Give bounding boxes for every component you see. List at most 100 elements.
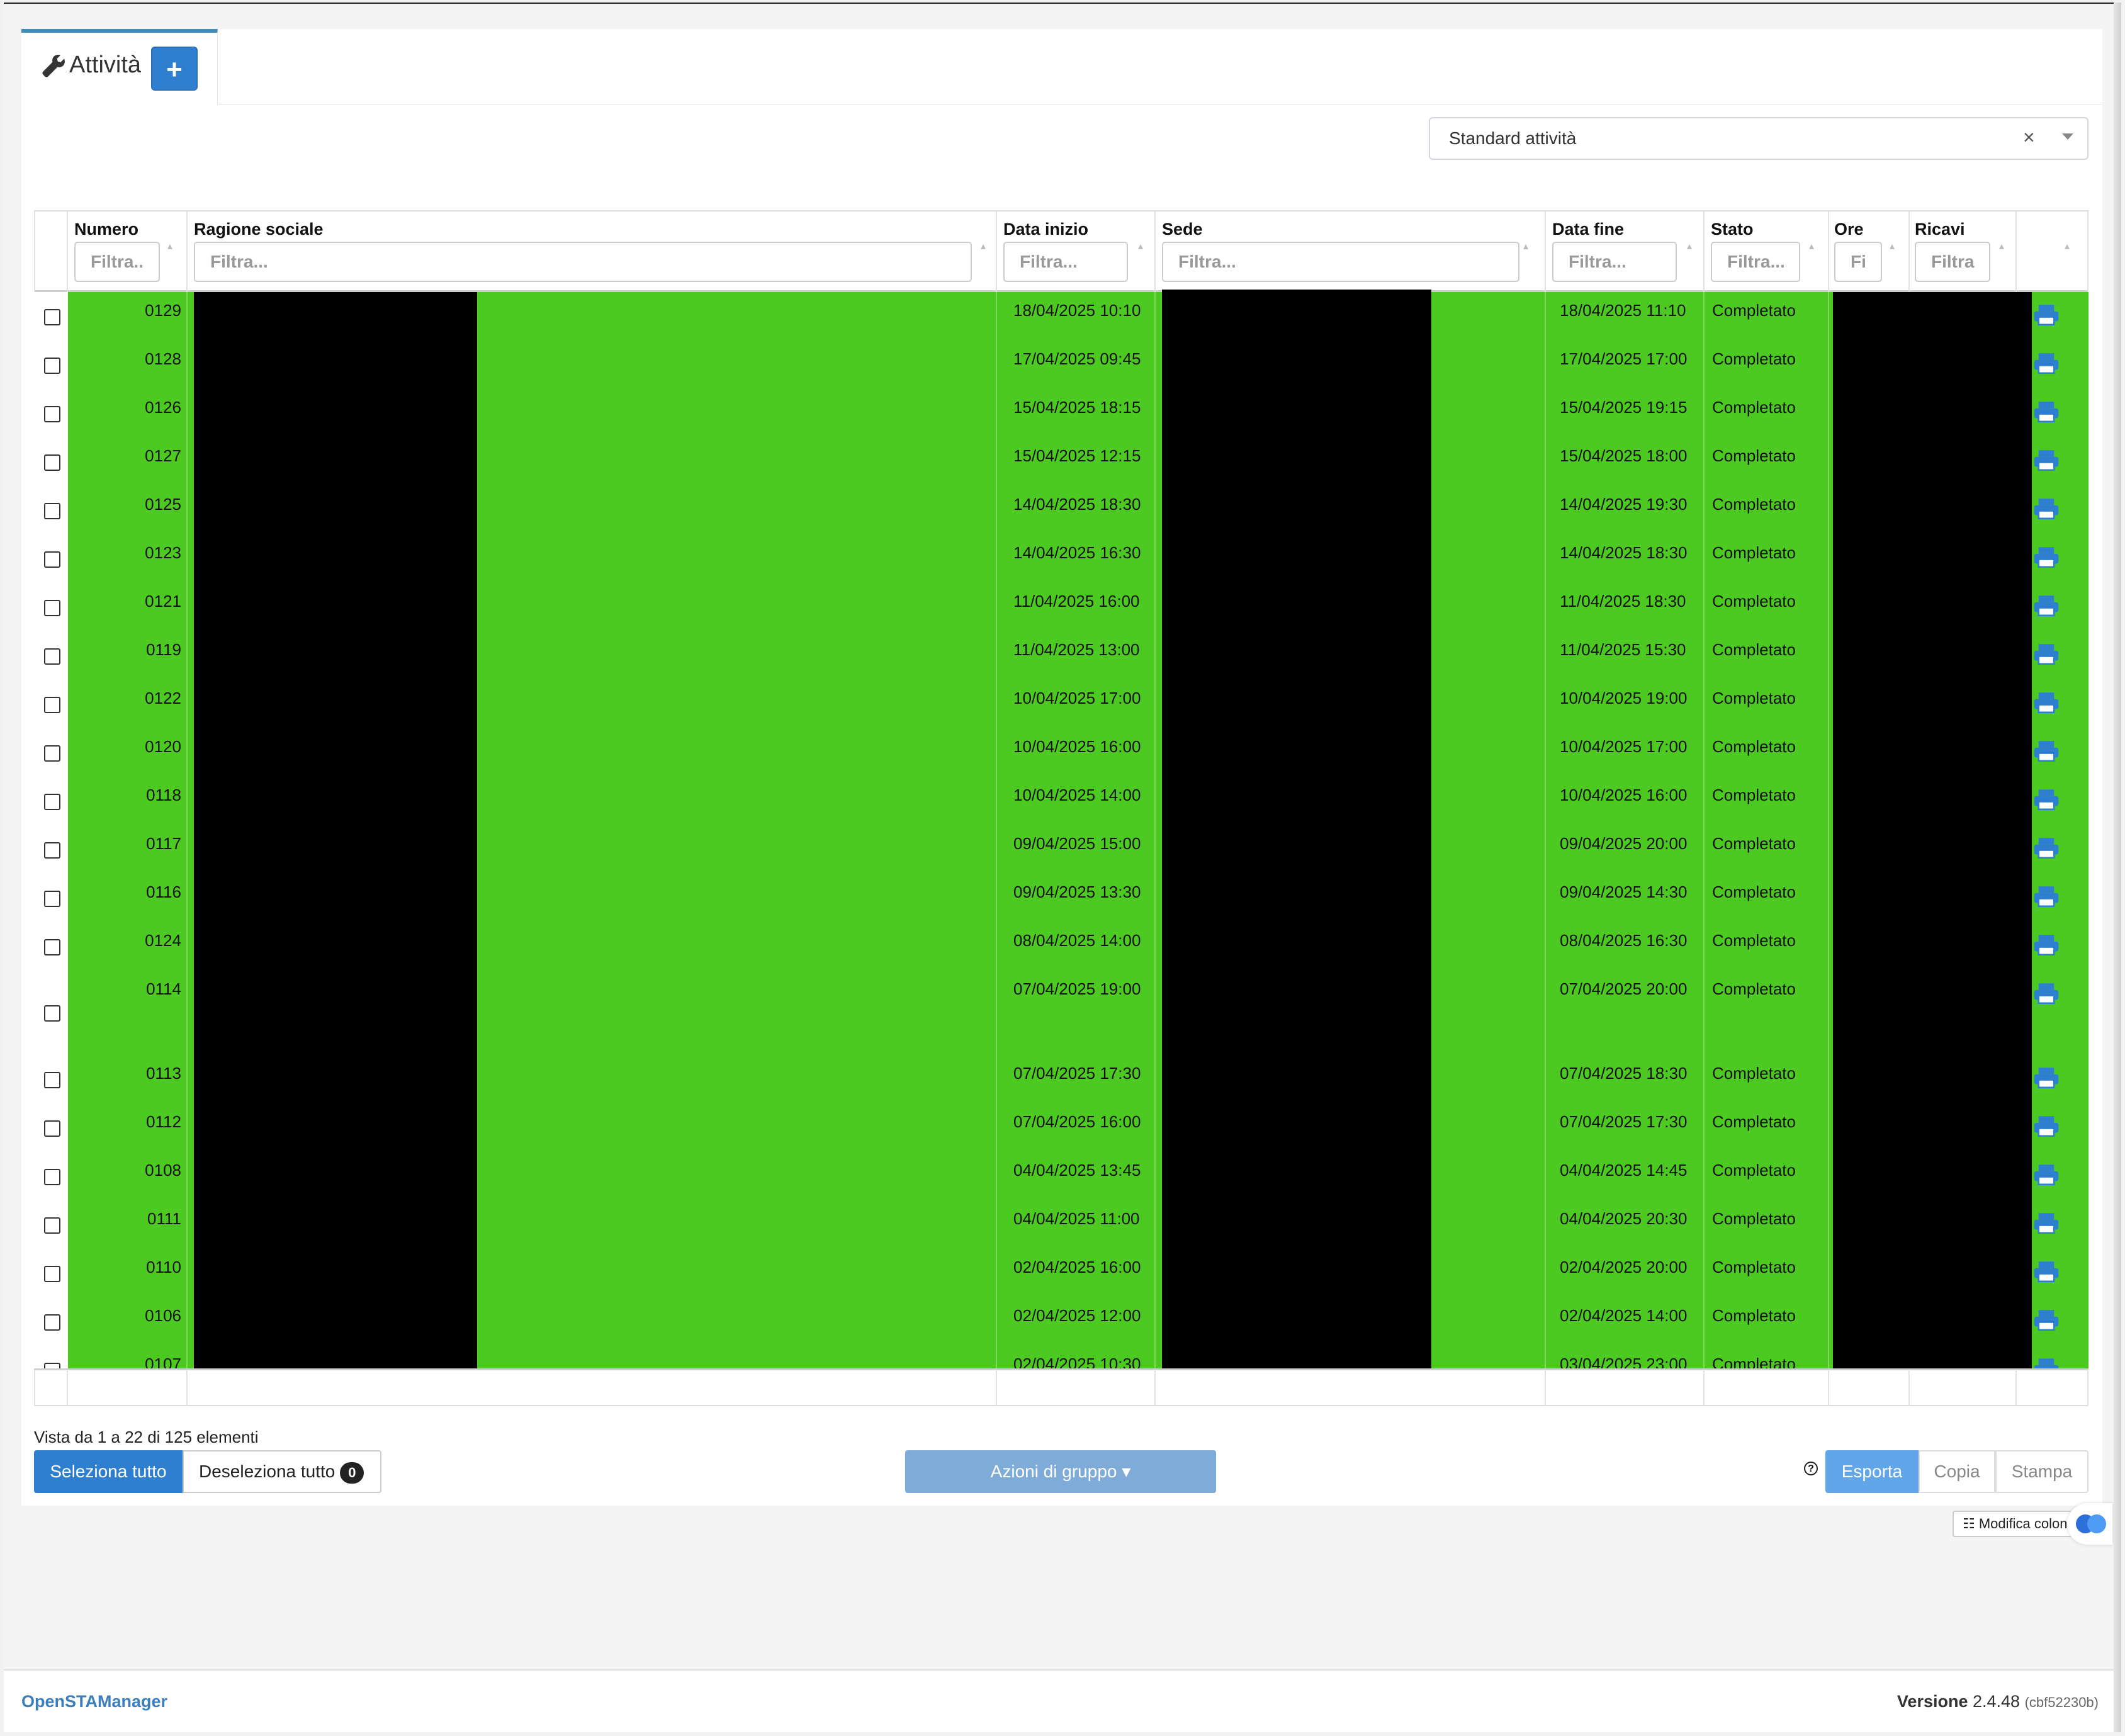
version-info: Versione 2.4.48 (cbf52230b) <box>1897 1691 2099 1713</box>
row-checkbox[interactable] <box>44 1072 60 1088</box>
filter-input-stato[interactable]: Filtra... <box>1711 242 1800 282</box>
print-icon[interactable] <box>2033 449 2060 471</box>
row-checkbox[interactable] <box>44 551 60 568</box>
footer-divider <box>1908 1370 1910 1406</box>
row-checkbox[interactable] <box>44 891 60 907</box>
print-icon[interactable] <box>2033 303 2060 326</box>
row-checkbox[interactable] <box>44 406 60 422</box>
print-icon[interactable] <box>2033 1212 2060 1234</box>
print-icon[interactable] <box>2033 933 2060 956</box>
sort-icon[interactable]: ▴ <box>167 242 172 252</box>
print-icon[interactable] <box>2033 643 2060 665</box>
header-divider <box>34 211 35 292</box>
filter-input-ragione[interactable]: Filtra... <box>194 242 972 282</box>
print-icon[interactable] <box>2033 1260 2060 1283</box>
group-actions-button[interactable]: Azioni di gruppo ▾ <box>905 1450 1216 1493</box>
column-header-stato[interactable]: Stato <box>1711 219 1754 239</box>
row-checkbox[interactable] <box>44 1120 60 1137</box>
print-icon[interactable] <box>2033 497 2060 520</box>
cell-data-fine: 02/04/2025 20:00 <box>1560 1258 1688 1277</box>
cell-data-inizio: 07/04/2025 16:00 <box>1013 1112 1141 1131</box>
print-icon[interactable] <box>2033 691 2060 714</box>
cell-divider <box>1154 1103 1156 1152</box>
export-button[interactable]: Esporta <box>1825 1450 1919 1493</box>
print-icon[interactable] <box>2033 594 2060 617</box>
sort-icon[interactable]: ▴ <box>1809 242 1814 252</box>
column-header-ore[interactable]: Ore <box>1834 219 1864 239</box>
column-header-ragione[interactable]: Ragione sociale <box>194 219 324 239</box>
row-checkbox[interactable] <box>44 1314 60 1331</box>
sort-icon[interactable]: ▴ <box>1523 242 1528 252</box>
column-header-data_inizio[interactable]: Data inizio <box>1003 219 1088 239</box>
print-icon[interactable] <box>2033 1163 2060 1186</box>
column-header-numero[interactable]: Numero <box>74 219 138 239</box>
print-icon[interactable] <box>2033 400 2060 423</box>
cell-divider <box>1703 1152 1705 1200</box>
print-icon[interactable] <box>2033 546 2060 568</box>
row-checkbox[interactable] <box>44 1005 60 1022</box>
print-button[interactable]: Stampa <box>1995 1450 2088 1493</box>
print-icon[interactable] <box>2033 1066 2060 1089</box>
row-checkbox[interactable] <box>44 1363 60 1368</box>
row-checkbox[interactable] <box>44 1169 60 1185</box>
cell-divider <box>1828 777 1829 825</box>
print-icon[interactable] <box>2033 1357 2060 1368</box>
filter-input-numero[interactable]: Filtra.. <box>74 242 160 282</box>
sort-icon[interactable]: ▴ <box>981 242 986 252</box>
print-icon[interactable] <box>2033 740 2060 762</box>
row-checkbox[interactable] <box>44 794 60 810</box>
column-header-sede[interactable]: Sede <box>1162 219 1203 239</box>
cell-data-inizio: 09/04/2025 13:30 <box>1013 882 1141 901</box>
cell-data-inizio: 18/04/2025 10:10 <box>1013 301 1141 320</box>
print-icon[interactable] <box>2033 885 2060 908</box>
filter-input-ore[interactable]: Fi <box>1834 242 1882 282</box>
select-all-button[interactable]: Seleziona tutto <box>34 1450 183 1493</box>
filter-input-ricavi[interactable]: Filtra <box>1915 242 1990 282</box>
row-checkbox[interactable] <box>44 503 60 519</box>
modify-columns-button[interactable]: ☷ Modifica colonne <box>1953 1511 2072 1537</box>
deselect-all-button[interactable]: Deseleziona tutto 0 <box>183 1450 381 1493</box>
column-header-ricavi[interactable]: Ricavi <box>1915 219 1965 239</box>
print-icon[interactable] <box>2033 352 2060 375</box>
copy-button[interactable]: Copia <box>1919 1450 1995 1493</box>
row-checkbox[interactable] <box>44 697 60 713</box>
row-checkbox[interactable] <box>44 600 60 616</box>
add-activity-button[interactable]: + <box>151 47 198 91</box>
clear-icon[interactable]: × <box>2023 126 2035 149</box>
print-icon[interactable] <box>2033 1309 2060 1331</box>
row-checkbox[interactable] <box>44 842 60 859</box>
cell-divider <box>1545 777 1546 825</box>
print-icon[interactable] <box>2033 1115 2060 1137</box>
row-checkbox[interactable] <box>44 358 60 374</box>
row-checkbox[interactable] <box>44 309 60 325</box>
help-icon[interactable]: ? <box>1804 1462 1818 1475</box>
sort-icon[interactable]: ▴ <box>2065 242 2070 252</box>
print-icon[interactable] <box>2033 837 2060 859</box>
cell-divider <box>186 728 188 777</box>
cell-numero: 0122 <box>145 689 181 707</box>
cell-data-fine: 14/04/2025 19:30 <box>1560 495 1688 514</box>
row-checkbox[interactable] <box>44 648 60 665</box>
column-header-data_fine[interactable]: Data fine <box>1552 219 1624 239</box>
brand-link[interactable]: OpenSTAManager <box>21 1691 167 1712</box>
cell-data-inizio: 04/04/2025 13:45 <box>1013 1161 1141 1180</box>
cell-divider <box>996 680 997 728</box>
print-icon[interactable] <box>2033 982 2060 1005</box>
sort-icon[interactable]: ▴ <box>1138 242 1143 252</box>
row-checkbox[interactable] <box>44 1266 60 1282</box>
row-checkbox[interactable] <box>44 745 60 762</box>
sort-icon[interactable]: ▴ <box>1890 242 1895 252</box>
filter-input-data_inizio[interactable]: Filtra... <box>1003 242 1128 282</box>
chevron-down-icon[interactable] <box>2062 133 2073 140</box>
filter-input-sede[interactable]: Filtra... <box>1162 242 1519 282</box>
sort-icon[interactable]: ▴ <box>1687 242 1692 252</box>
sort-icon[interactable]: ▴ <box>1999 242 2004 252</box>
header-divider <box>1828 211 1829 292</box>
row-checkbox[interactable] <box>44 939 60 955</box>
row-checkbox[interactable] <box>44 454 60 471</box>
cell-divider <box>186 874 188 922</box>
row-checkbox[interactable] <box>44 1217 60 1234</box>
cell-data-fine: 14/04/2025 18:30 <box>1560 543 1688 562</box>
filter-input-data_fine[interactable]: Filtra... <box>1552 242 1677 282</box>
print-icon[interactable] <box>2033 788 2060 811</box>
